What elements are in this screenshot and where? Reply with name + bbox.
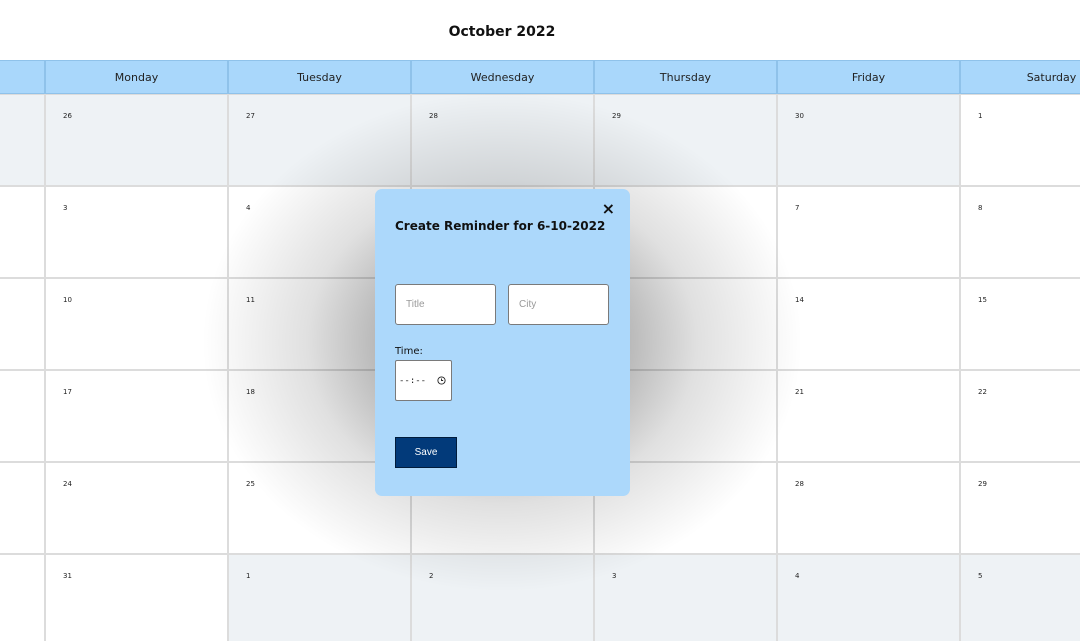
calendar-day-cell[interactable]: 31 xyxy=(45,554,228,641)
day-number: 24 xyxy=(63,480,72,488)
day-number: 3 xyxy=(63,204,68,212)
calendar-day-cell[interactable]: 28 xyxy=(777,462,960,554)
day-number: 26 xyxy=(63,112,72,120)
calendar-day-cell[interactable]: 2 xyxy=(0,186,45,278)
calendar-day-cell[interactable]: 30 xyxy=(777,94,960,186)
weekday-header-wednesday: Wednesday xyxy=(411,60,594,94)
calendar-day-cell[interactable]: 21 xyxy=(777,370,960,462)
day-number: 25 xyxy=(246,480,255,488)
calendar-day-cell[interactable]: 29 xyxy=(960,462,1080,554)
close-icon[interactable]: × xyxy=(602,201,615,217)
weekday-header-tuesday: Tuesday xyxy=(228,60,411,94)
calendar-day-cell[interactable]: 26 xyxy=(45,94,228,186)
day-number: 8 xyxy=(978,204,983,212)
modal-title: Create Reminder for 6-10-2022 xyxy=(395,219,606,233)
calendar-day-cell[interactable]: 30 xyxy=(0,554,45,641)
day-number: 29 xyxy=(612,112,621,120)
time-input[interactable]: --:-- xyxy=(395,360,452,401)
calendar-day-cell[interactable]: 25 xyxy=(0,94,45,186)
calendar-day-cell[interactable]: 23 xyxy=(0,462,45,554)
clock-icon[interactable] xyxy=(437,376,446,385)
city-input[interactable]: City xyxy=(508,284,609,325)
calendar-day-cell[interactable]: 1 xyxy=(960,94,1080,186)
calendar-day-cell[interactable]: 22 xyxy=(960,370,1080,462)
day-number: 5 xyxy=(978,572,983,580)
calendar-day-cell[interactable]: 9 xyxy=(0,278,45,370)
calendar-day-cell[interactable]: 10 xyxy=(45,278,228,370)
calendar-day-cell[interactable]: 14 xyxy=(777,278,960,370)
create-reminder-modal: × Create Reminder for 6-10-2022 Title Ci… xyxy=(375,189,630,496)
calendar-app: October 2022 SundayMondayTuesdayWednesda… xyxy=(0,0,1080,641)
save-button[interactable]: Save xyxy=(395,437,457,468)
day-number: 30 xyxy=(795,112,804,120)
calendar-day-cell[interactable]: 7 xyxy=(777,186,960,278)
day-number: 11 xyxy=(246,296,255,304)
calendar-day-cell[interactable]: 3 xyxy=(45,186,228,278)
day-number: 27 xyxy=(246,112,255,120)
weekday-header-saturday: Saturday xyxy=(960,60,1080,94)
calendar-day-cell[interactable]: 1 xyxy=(228,554,411,641)
time-value: --:-- xyxy=(399,375,427,386)
day-number: 4 xyxy=(246,204,251,212)
day-number: 14 xyxy=(795,296,804,304)
time-label: Time: xyxy=(395,346,423,357)
day-number: 15 xyxy=(978,296,987,304)
calendar-day-cell[interactable]: 5 xyxy=(960,554,1080,641)
month-title: October 2022 xyxy=(448,24,556,40)
weekday-header-sunday: Sunday xyxy=(0,60,45,94)
day-number: 17 xyxy=(63,388,72,396)
day-number: 2 xyxy=(429,572,434,580)
day-number: 31 xyxy=(63,572,72,580)
day-number: 29 xyxy=(978,480,987,488)
calendar-day-cell[interactable]: 15 xyxy=(960,278,1080,370)
calendar-day-cell[interactable]: 3 xyxy=(594,554,777,641)
day-number: 3 xyxy=(612,572,617,580)
calendar-day-cell[interactable]: 2 xyxy=(411,554,594,641)
day-number: 28 xyxy=(429,112,438,120)
day-number: 7 xyxy=(795,204,800,212)
calendar-day-cell[interactable]: 29 xyxy=(594,94,777,186)
calendar-day-cell[interactable]: 28 xyxy=(411,94,594,186)
day-number: 22 xyxy=(978,388,987,396)
day-number: 28 xyxy=(795,480,804,488)
day-number: 4 xyxy=(795,572,800,580)
day-number: 10 xyxy=(63,296,72,304)
weekday-header-thursday: Thursday xyxy=(594,60,777,94)
title-input[interactable]: Title xyxy=(395,284,496,325)
day-number: 18 xyxy=(246,388,255,396)
day-number: 1 xyxy=(246,572,251,580)
weekday-header-friday: Friday xyxy=(777,60,960,94)
calendar-day-cell[interactable]: 16 xyxy=(0,370,45,462)
calendar-day-cell[interactable]: 27 xyxy=(228,94,411,186)
calendar-day-cell[interactable]: 24 xyxy=(45,462,228,554)
calendar-day-cell[interactable]: 4 xyxy=(777,554,960,641)
day-number: 21 xyxy=(795,388,804,396)
day-number: 1 xyxy=(978,112,983,120)
calendar-day-cell[interactable]: 17 xyxy=(45,370,228,462)
weekday-header-monday: Monday xyxy=(45,60,228,94)
calendar-day-cell[interactable]: 8 xyxy=(960,186,1080,278)
